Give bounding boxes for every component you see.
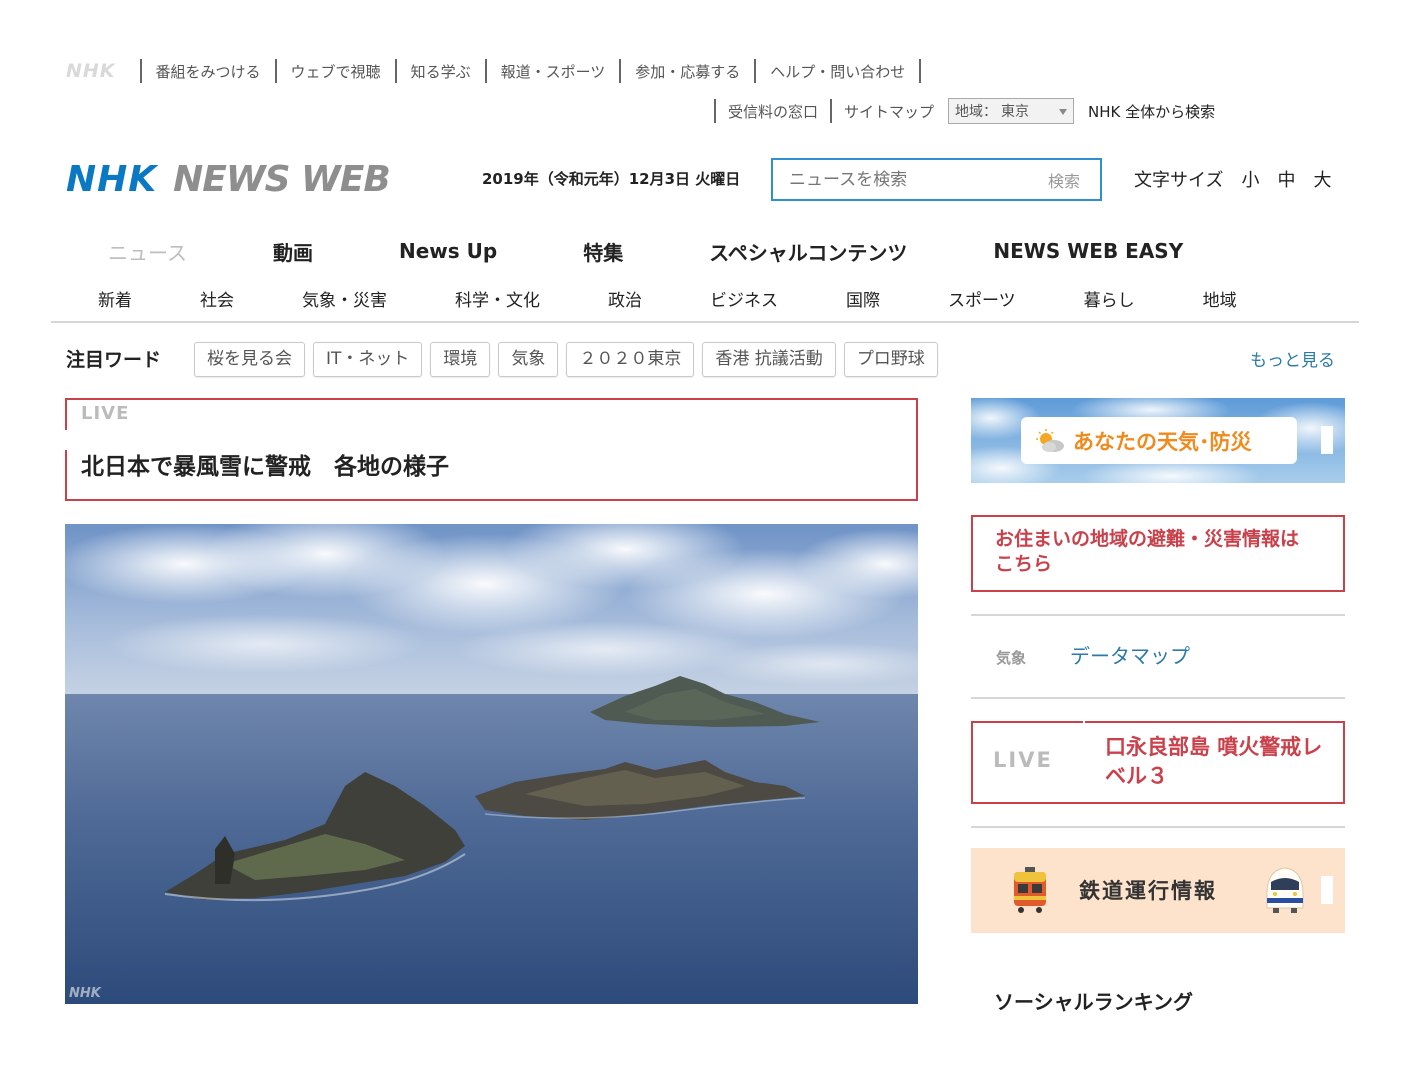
- cat-region[interactable]: 地域: [1203, 286, 1237, 311]
- keyword-tag[interactable]: IT・ネット: [313, 342, 423, 377]
- keyword-tags: 桜を見る会 IT・ネット 環境 気象 ２０２０東京 香港 抗議活動 プロ野球: [194, 342, 938, 377]
- keyword-tag[interactable]: 環境: [430, 342, 491, 377]
- sun-cloud-icon: [1036, 428, 1064, 452]
- keyword-tag[interactable]: 桜を見る会: [194, 342, 305, 377]
- hero-image[interactable]: NHK: [65, 524, 918, 1004]
- keywords-more-link[interactable]: もっと見る: [1250, 346, 1335, 371]
- keyword-tag[interactable]: プロ野球: [843, 342, 938, 377]
- cat-weather[interactable]: 気象・災害: [302, 286, 387, 311]
- font-size-large-button[interactable]: 大: [1313, 166, 1331, 192]
- banner-tab: [1321, 426, 1333, 454]
- datamap-link[interactable]: データマップ: [1070, 640, 1190, 669]
- cat-new[interactable]: 新着: [98, 286, 132, 311]
- keyword-tag[interactable]: 香港 抗議活動: [702, 342, 836, 377]
- live-volcano-title: 口永良部島 噴火警戒レベル３: [1105, 735, 1323, 788]
- keywords-title: 注目ワード: [66, 349, 162, 371]
- gnav-help[interactable]: ヘルプ・問い合わせ: [756, 61, 919, 82]
- weather-datamap-row: 気象 データマップ: [996, 640, 1190, 669]
- font-size-medium-button[interactable]: 中: [1277, 166, 1295, 192]
- card-notch: [65, 430, 67, 450]
- main-nav-features[interactable]: 特集: [583, 237, 623, 266]
- gnav-find-programs[interactable]: 番組をみつける: [142, 61, 275, 82]
- shinkansen-icon: [1266, 867, 1304, 913]
- cat-business[interactable]: ビジネス: [710, 286, 778, 311]
- region-label: 地域：: [955, 104, 998, 120]
- logo-nhk: NHK: [66, 158, 158, 200]
- main-nav-video[interactable]: 動画: [273, 237, 313, 266]
- category-nav: 新着 社会 気象・災害 科学・文化 政治 ビジネス 国際 スポーツ 暮らし 地域: [98, 285, 1237, 311]
- live-badge: LIVE: [81, 403, 130, 424]
- islands-aerial-photo: [65, 524, 918, 1004]
- nhk-mini-logo[interactable]: NHK: [66, 60, 116, 82]
- chevron-down-icon: [1059, 109, 1068, 115]
- search-all-nhk-link[interactable]: NHK 全体から検索: [1088, 101, 1215, 122]
- live-badge: LIVE: [993, 748, 1053, 772]
- font-size-small-button[interactable]: 小: [1241, 166, 1259, 192]
- font-size-label: 文字サイズ: [1134, 170, 1224, 191]
- weather-label-card: あなたの天気･防災: [1021, 417, 1297, 464]
- social-ranking-title: ソーシャルランキング: [994, 990, 1193, 1014]
- main-nav-news-up[interactable]: News Up: [399, 239, 497, 263]
- news-search: 検索: [771, 158, 1102, 201]
- cat-society[interactable]: 社会: [200, 286, 234, 311]
- region-select[interactable]: 地域： 東京: [948, 98, 1075, 124]
- cat-science[interactable]: 科学・文化: [455, 286, 540, 311]
- evacuation-info-card[interactable]: お住まいの地域の避難・災害情報はこちら: [971, 515, 1345, 592]
- nav-separator: [919, 59, 922, 83]
- keyword-tag[interactable]: ２０２０東京: [566, 342, 695, 377]
- gnav-fee-window[interactable]: 受信料の窓口: [716, 101, 830, 122]
- train-icon: [1014, 867, 1046, 913]
- cat-life[interactable]: 暮らし: [1084, 286, 1135, 311]
- site-logo[interactable]: NHK NEWS WEB: [66, 156, 391, 202]
- logo-newsweb: NEWS WEB: [173, 158, 391, 200]
- rail-info-banner[interactable]: 鉄道運行情報: [971, 848, 1345, 933]
- photo-watermark: NHK: [69, 986, 101, 1001]
- font-size-control: 文字サイズ 小 中 大: [1134, 166, 1331, 192]
- keyword-tag[interactable]: 気象: [498, 342, 559, 377]
- cat-sports[interactable]: スポーツ: [948, 286, 1016, 311]
- main-nav-news[interactable]: ニュース: [108, 237, 187, 266]
- live-headline-card[interactable]: LIVE 北日本で暴風雪に警戒 各地の様子: [65, 398, 918, 501]
- weather-category-label: 気象: [996, 649, 1027, 667]
- gnav-watch-web[interactable]: ウェブで視聴: [277, 61, 395, 82]
- gnav-learn[interactable]: 知る学ぶ: [397, 61, 485, 82]
- main-nav: ニュース 動画 News Up 特集 スペシャルコンテンツ NEWS WEB E…: [108, 236, 1183, 266]
- weather-banner-label: あなたの天気･防災: [1073, 429, 1252, 454]
- evacuation-info-link: お住まいの地域の避難・災害情報はこちら: [995, 528, 1300, 575]
- rail-banner-label: 鉄道運行情報: [1079, 879, 1217, 903]
- sidebar-divider: [971, 826, 1345, 828]
- gnav-sitemap[interactable]: サイトマップ: [832, 101, 946, 122]
- cat-politics[interactable]: 政治: [608, 286, 642, 311]
- live-volcano-card[interactable]: LIVE 口永良部島 噴火警戒レベル３: [971, 721, 1345, 804]
- card-notch: [1083, 721, 1085, 735]
- banner-tab: [1321, 876, 1333, 904]
- weather-disaster-banner[interactable]: あなたの天気･防災: [971, 398, 1345, 483]
- headline-title: 北日本で暴風雪に警戒 各地の様子: [81, 454, 449, 480]
- sidebar-divider: [971, 614, 1345, 616]
- search-input[interactable]: [773, 169, 1023, 190]
- sidebar-divider: [971, 697, 1345, 699]
- main-nav-special[interactable]: スペシャルコンテンツ: [709, 237, 907, 266]
- gnav-news-sports[interactable]: 報道・スポーツ: [487, 61, 620, 82]
- cat-international[interactable]: 国際: [846, 286, 880, 311]
- region-value: 東京: [1001, 104, 1030, 120]
- search-button[interactable]: 検索: [1048, 168, 1080, 192]
- current-date: 2019年（令和元年）12月3日 火曜日: [482, 170, 741, 188]
- main-nav-easy[interactable]: NEWS WEB EASY: [993, 239, 1183, 263]
- nav-divider: [51, 321, 1359, 323]
- global-subnav: 受信料の窓口 サイトマップ 地域： 東京 NHK 全体から検索: [714, 98, 1215, 124]
- gnav-participate[interactable]: 参加・応募する: [621, 61, 754, 82]
- global-nav: NHK 番組をみつける ウェブで視聴 知る学ぶ 報道・スポーツ 参加・応募する …: [66, 58, 922, 84]
